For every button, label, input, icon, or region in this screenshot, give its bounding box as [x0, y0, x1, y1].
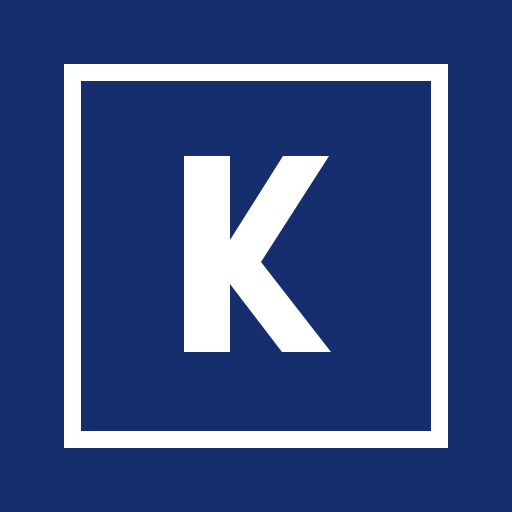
app-icon: K	[0, 0, 512, 512]
logo-letter-k: K	[184, 156, 331, 352]
letter-k-glyph	[184, 156, 331, 352]
